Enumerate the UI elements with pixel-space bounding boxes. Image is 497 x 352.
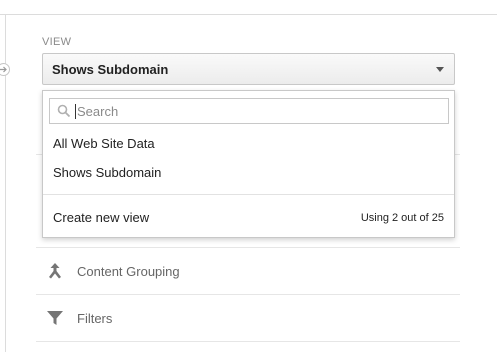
search-icon [57, 104, 71, 118]
menu-item-label: Content Grouping [77, 263, 180, 279]
search-box[interactable] [49, 98, 449, 124]
view-option-shows-subdomain[interactable]: Shows Subdomain [53, 165, 161, 180]
background-divider [36, 247, 460, 248]
collapse-handle[interactable] [0, 63, 10, 76]
menu-item-label: Filters [77, 310, 113, 326]
top-divider [0, 14, 497, 15]
search-input[interactable] [77, 103, 437, 119]
text-cursor [75, 103, 76, 119]
view-usage-count: Using 2 out of 25 [360, 212, 444, 224]
view-dropdown: All Web Site Data Shows Subdomain Create… [42, 90, 455, 238]
background-divider [36, 341, 460, 342]
view-selected-value: Shows Subdomain [52, 61, 169, 77]
background-divider [36, 294, 460, 295]
create-new-view-link[interactable]: Create new view [53, 210, 149, 225]
view-option-all-web-site-data[interactable]: All Web Site Data [53, 136, 155, 151]
menu-item-filters[interactable]: Filters [44, 307, 112, 329]
menu-item-content-grouping[interactable]: Content Grouping [44, 260, 180, 282]
caret-down-icon [436, 67, 444, 72]
view-label: VIEW [42, 36, 72, 48]
dropdown-divider [43, 194, 454, 195]
filter-icon [44, 307, 66, 329]
view-selector[interactable]: Shows Subdomain [42, 53, 455, 85]
arrow-right-icon [0, 66, 7, 73]
content-grouping-icon [44, 260, 66, 282]
